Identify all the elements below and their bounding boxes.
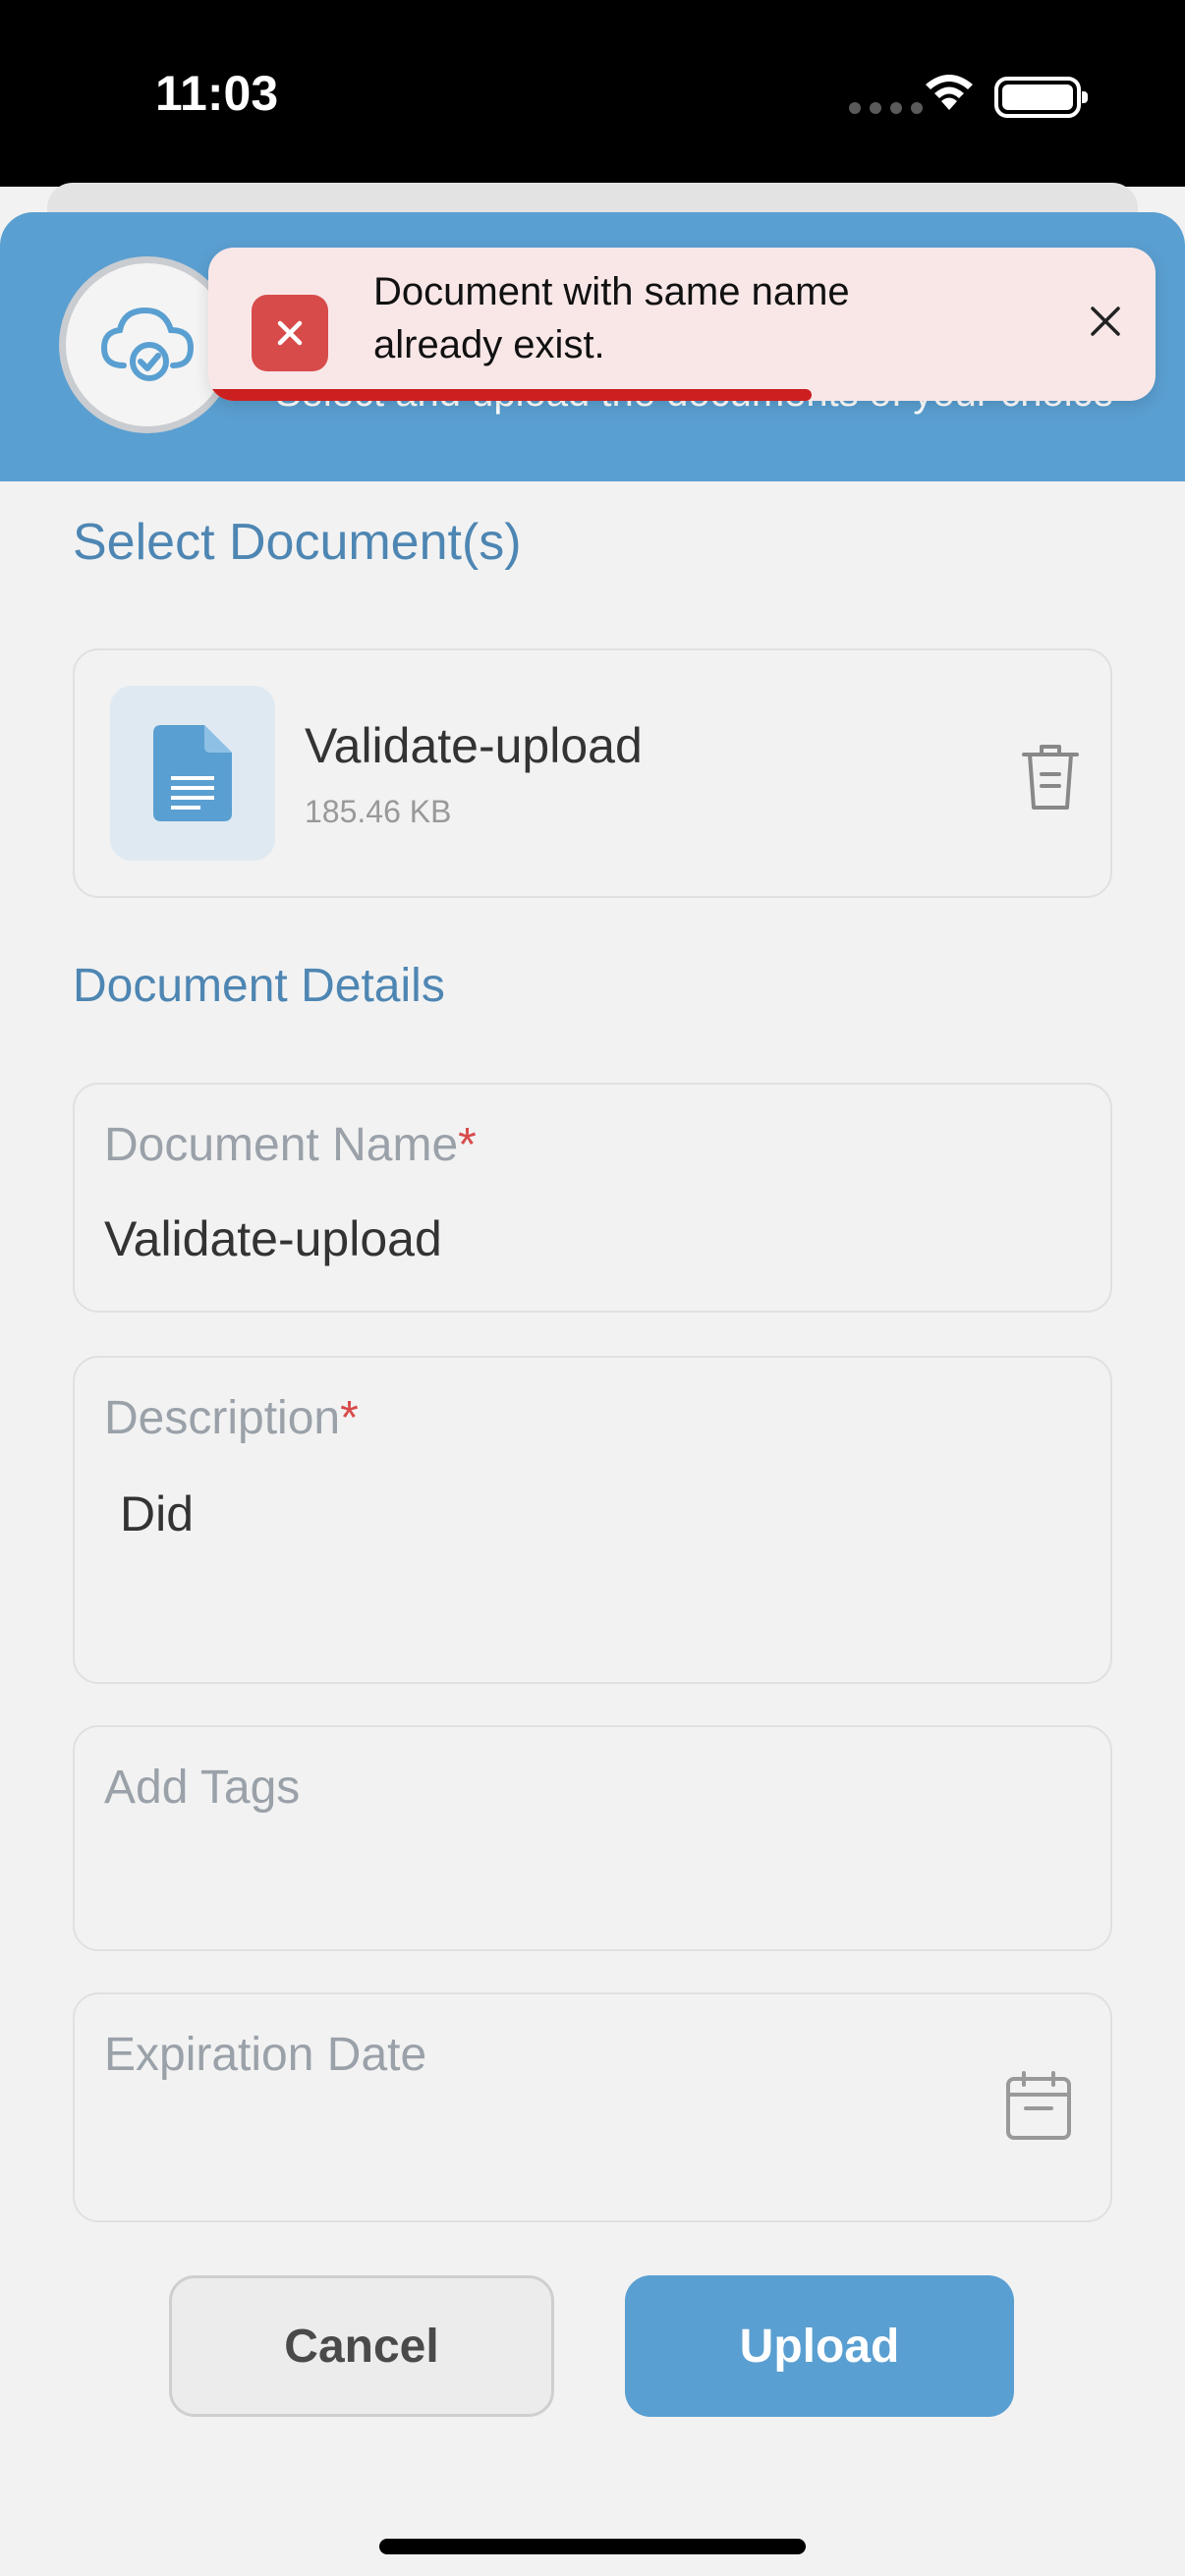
- tags-field[interactable]: Add Tags: [73, 1725, 1112, 1951]
- required-marker: *: [340, 1392, 359, 1444]
- status-bar: 11:03: [0, 0, 1185, 187]
- tags-placeholder: Add Tags: [104, 1762, 301, 1814]
- upload-button[interactable]: Upload: [625, 2275, 1014, 2417]
- toast-message: Document with same name already exist.: [373, 270, 850, 366]
- document-icon: [153, 725, 232, 821]
- trash-icon[interactable]: [1018, 739, 1083, 813]
- calendar-icon[interactable]: [1004, 2069, 1073, 2142]
- file-thumbnail: [110, 686, 275, 861]
- cloud-check-icon: [100, 307, 195, 381]
- close-icon: [1091, 307, 1120, 336]
- battery-icon: [994, 77, 1088, 118]
- toast-close-button[interactable]: [1079, 295, 1132, 348]
- selected-file-card: Validate-upload 185.46 KB: [73, 648, 1112, 898]
- description-label: Description*: [104, 1392, 359, 1444]
- description-field[interactable]: Description* Did: [73, 1356, 1112, 1684]
- home-indicator: [379, 2539, 806, 2554]
- description-value: Did: [120, 1486, 195, 1541]
- required-marker: *: [458, 1119, 477, 1171]
- document-details-title: Document Details: [73, 960, 445, 1012]
- document-name-field[interactable]: Document Name* Validate-upload: [73, 1083, 1112, 1313]
- expiration-date-placeholder: Expiration Date: [104, 2029, 427, 2081]
- cellular-signal-icon: [849, 102, 923, 114]
- error-icon: [252, 295, 328, 371]
- cancel-button[interactable]: Cancel: [169, 2275, 554, 2417]
- file-size: 185.46 KB: [305, 794, 452, 829]
- document-name-label: Document Name*: [104, 1119, 477, 1171]
- toast-timer-bar: [208, 389, 812, 401]
- status-time: 11:03: [155, 66, 279, 121]
- select-documents-title: Select Document(s): [73, 514, 522, 571]
- error-toast: Document with same name already exist.: [208, 248, 1156, 401]
- expiration-date-field[interactable]: Expiration Date: [73, 1992, 1112, 2222]
- wifi-icon: [926, 75, 973, 110]
- document-name-value: Validate-upload: [104, 1211, 442, 1266]
- file-name: Validate-upload: [305, 718, 643, 773]
